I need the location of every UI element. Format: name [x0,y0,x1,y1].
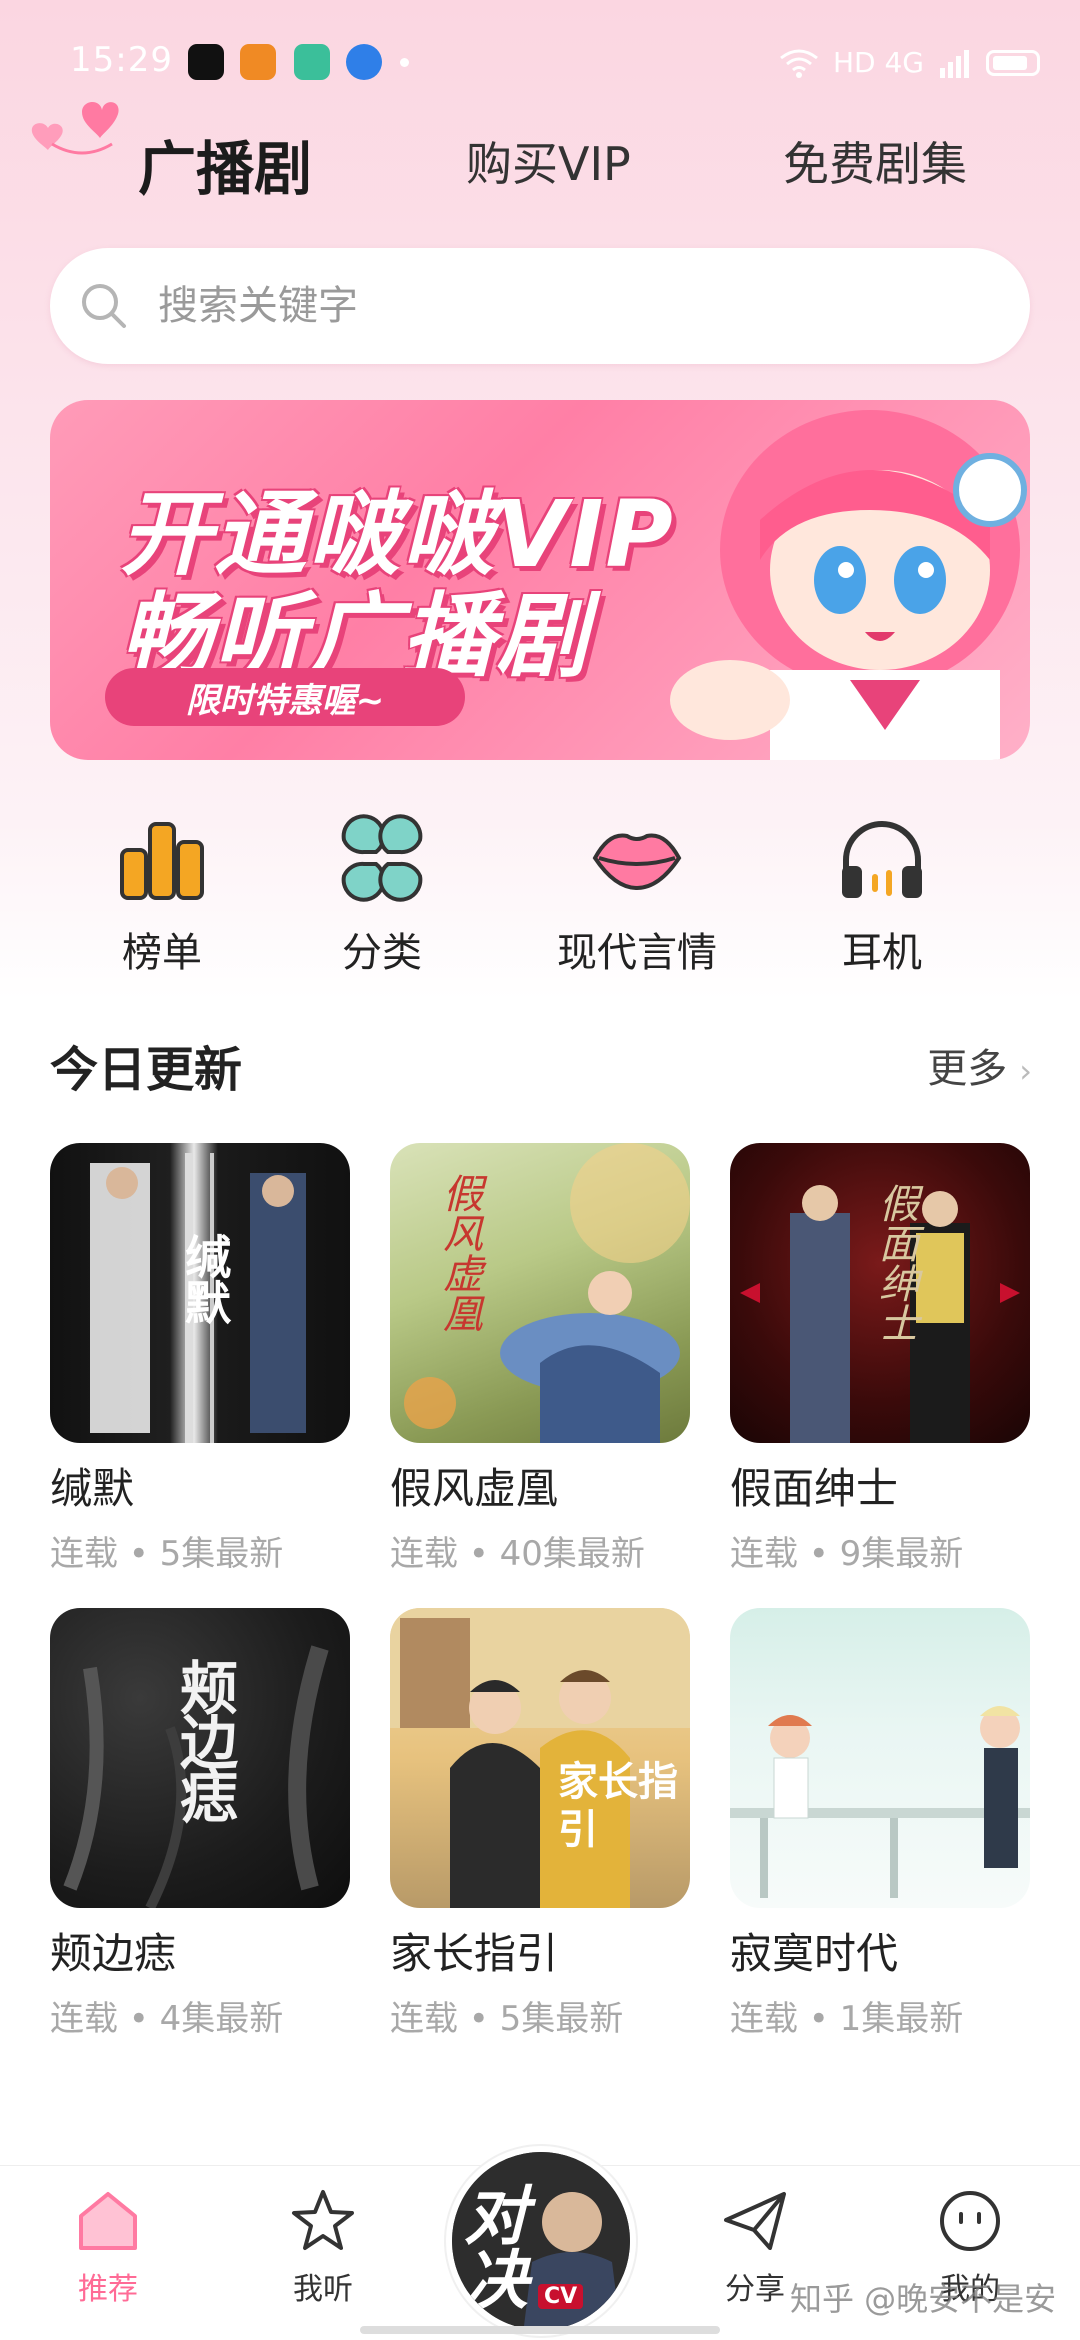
battery-icon [986,49,1040,76]
drama-title: 寂寞时代 [730,1929,899,1978]
drama-title: 假风虚凰 [390,1464,559,1513]
drama-status: 连载 • 40集最新 [390,1534,645,1574]
drama-status: 连载 • 5集最新 [50,1534,284,1574]
shortcut-headphones[interactable]: 耳机 [782,810,982,978]
drama-title: 颊边痣 [50,1929,177,1978]
drama-cover [730,1608,1030,1908]
home-indicator [360,2326,720,2334]
cover-title: 假风虚凰 [436,1173,482,1333]
chevron-right-icon: › [1019,1052,1032,1090]
app-icon-green [294,44,330,80]
uc-browser-app-icon [240,44,276,80]
shortcut-label: 现代言情 [557,930,717,976]
lips-icon [592,833,682,891]
nav-my-listening[interactable]: 我听 [248,2186,398,2308]
drama-status: 连载 • 1集最新 [730,1999,964,2039]
tab-free-episodes[interactable]: 免费剧集 [783,128,967,194]
cover-title: 家长指引 [558,1759,678,1853]
shortcut-label: 分类 [342,930,422,976]
home-icon [79,2192,137,2250]
more-link[interactable]: 更多 › [927,1036,1032,1094]
search-input[interactable] [158,283,958,329]
cover-title: 假面绅士 [872,1183,918,1343]
drama-title: 家长指引 [390,1929,559,1978]
now-playing-disc[interactable]: 对决 CV [446,2146,636,2336]
drama-cover: 假面绅士 [730,1143,1030,1443]
drama-cover: 缄默 [50,1143,350,1443]
drama-card[interactable]: 假面绅士 假面绅士 连载 • 9集最新 [730,1143,1030,1575]
drama-card[interactable]: 假风虚凰 假风虚凰 连载 • 40集最新 [390,1143,690,1575]
status-time: 15:29 [70,40,173,80]
drama-status: 连载 • 4集最新 [50,1999,284,2039]
category-icon [341,814,423,902]
shortcut-modern-romance[interactable]: 现代言情 [537,810,737,978]
search-bar[interactable] [50,248,1030,364]
nav-label: 推荐 [78,2272,138,2307]
smiley-face-icon [940,2191,1000,2251]
wifi-icon [780,49,818,78]
tab-buy-vip[interactable]: 购买VIP [466,128,631,194]
drama-status: 连载 • 5集最新 [390,1999,624,2039]
banner-promo-pill: 限时特惠喔~ [105,668,465,726]
app-icon-blue [346,44,382,80]
shortcut-ranking[interactable]: 榜单 [62,810,262,978]
banner-page-indicator: 1/2 [948,702,1001,740]
status-bar: 15:29 HD 4G [0,0,1080,90]
drama-card[interactable]: 家长指引 家长指引 连载 • 5集最新 [390,1608,690,2040]
tiktok-app-icon [188,44,224,80]
drama-card[interactable]: 缄默 缄默 连载 • 5集最新 [50,1143,350,1575]
drama-title: 假面绅士 [730,1464,899,1513]
cover-title: 缄默 [178,1233,232,1325]
shortcut-label: 耳机 [842,930,922,976]
network-type: HD 4G [832,46,924,79]
star-icon [292,2190,354,2250]
drama-cover: 假风虚凰 [390,1143,690,1443]
paper-plane-icon [724,2192,786,2250]
now-playing-title: 对决 [453,2182,527,2310]
drama-card[interactable]: 寂寞时代 连载 • 1集最新 [730,1608,1030,2040]
section-title: 今日更新 [50,1042,243,1098]
signal-icon [940,49,969,78]
nav-label: 我听 [293,2272,353,2307]
tab-radio-drama[interactable]: 广播剧 [138,122,312,206]
status-indicators: HD 4G [779,46,1040,79]
notification-dot [400,58,409,67]
nav-recommend[interactable]: 推荐 [33,2186,183,2308]
search-icon [82,284,126,328]
watermark: 知乎 @晚安不是安 [790,2280,1057,2318]
hearts-decoration-icon [31,101,119,155]
headphones-icon [842,821,922,898]
shortcut-category[interactable]: 分类 [282,810,482,978]
drama-card[interactable]: 颊边痣 颊边痣 连载 • 4集最新 [50,1608,350,2040]
ranking-icon [120,822,204,900]
cover-title: 颊边痣 [170,1658,238,1820]
shortcut-label: 榜单 [122,930,202,976]
more-label: 更多 [927,1046,1008,1092]
now-playing-badge: CV [538,2284,584,2309]
drama-title: 缄默 [50,1464,135,1513]
drama-cover: 家长指引 [390,1608,690,1908]
drama-cover: 颊边痣 [50,1608,350,1908]
promo-banner[interactable]: 开通啵啵VIP 畅听广播剧 限时特惠喔~ 1/2 [50,400,1030,760]
drama-status: 连载 • 9集最新 [730,1534,964,1574]
cover-art [730,1706,1030,1898]
